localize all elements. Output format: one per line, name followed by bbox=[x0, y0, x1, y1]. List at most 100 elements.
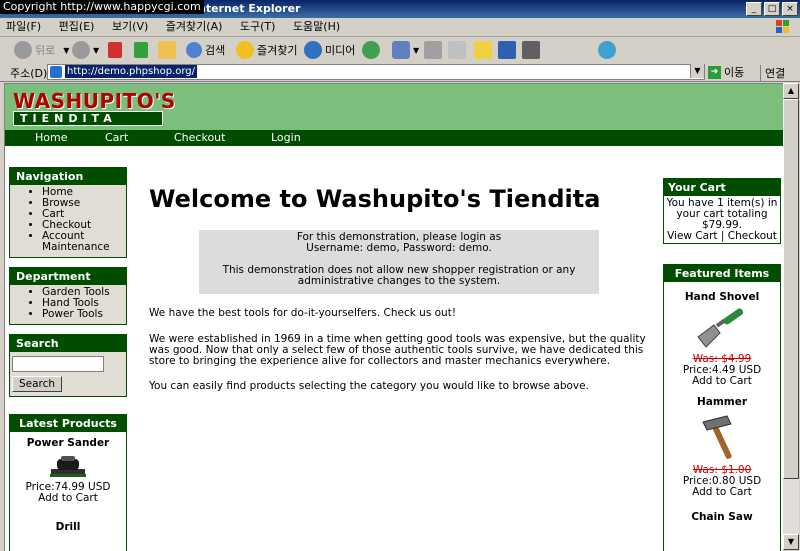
scroll-down-button[interactable]: ▼ bbox=[783, 534, 799, 550]
refresh-icon bbox=[134, 42, 148, 58]
go-button[interactable]: ➜ 이동 bbox=[708, 64, 744, 80]
address-url[interactable]: http://demo.phpshop.org/ bbox=[65, 65, 197, 78]
back-button[interactable]: 뒤로 ▼ bbox=[14, 40, 69, 60]
power-sander-image[interactable] bbox=[47, 453, 89, 479]
favorites-button[interactable]: 즐겨찾기 bbox=[236, 40, 297, 60]
window-title: nternet Explorer bbox=[198, 2, 301, 15]
cart-summary: You have 1 item(s) in your cart totaling… bbox=[666, 197, 778, 242]
browse-paragraph: You can easily find products selecting t… bbox=[149, 380, 589, 392]
menu-help[interactable]: 도움말(H) bbox=[293, 18, 340, 36]
add-to-cart-link[interactable]: Add to Cart bbox=[664, 487, 780, 498]
latest-products-title: Latest Products bbox=[10, 415, 126, 432]
hand-shovel-image[interactable] bbox=[692, 307, 752, 351]
minimize-button[interactable]: _ bbox=[746, 2, 762, 16]
research-icon bbox=[498, 41, 516, 59]
home-button[interactable] bbox=[158, 40, 179, 60]
print-button[interactable] bbox=[424, 40, 445, 60]
featured-items-title: Featured Items bbox=[664, 265, 780, 282]
site-header: WASHUPITO'S TIENDITA bbox=[5, 84, 783, 130]
search-button[interactable]: 검색 bbox=[186, 40, 225, 60]
search-submit-button[interactable]: Search bbox=[12, 376, 63, 392]
product-name[interactable]: Hammer bbox=[664, 397, 780, 408]
stop-button[interactable] bbox=[108, 40, 125, 60]
toolbar: 뒤로 ▼ ▼ 검색 즐겨찾기 미디어 ▼ bbox=[0, 37, 800, 64]
left-nav-account[interactable]: Account Maintenance bbox=[42, 231, 126, 253]
ie-page-icon bbox=[50, 66, 62, 78]
latest-products-box: Latest Products Power Sander Price:74.99… bbox=[9, 414, 127, 551]
go-arrow-icon: ➜ bbox=[708, 65, 721, 79]
messenger-button[interactable] bbox=[598, 40, 619, 60]
product-name[interactable]: Chain Saw bbox=[664, 512, 780, 523]
intro-paragraph: We have the best tools for do-it-yoursel… bbox=[149, 307, 457, 319]
menu-view[interactable]: 보기(V) bbox=[112, 18, 148, 36]
search-icon bbox=[186, 42, 202, 58]
star-icon bbox=[236, 41, 254, 59]
forward-button[interactable]: ▼ bbox=[72, 40, 99, 60]
history-button[interactable] bbox=[362, 40, 383, 60]
media-button[interactable]: 미디어 bbox=[304, 40, 355, 60]
scroll-up-button[interactable]: ▲ bbox=[783, 83, 799, 99]
address-input[interactable]: http://demo.phpshop.org/ bbox=[47, 64, 705, 80]
tool-icon bbox=[522, 41, 540, 59]
site-logo[interactable]: WASHUPITO'S TIENDITA bbox=[13, 91, 175, 126]
nav-home[interactable]: Home bbox=[35, 130, 67, 146]
windows-logo-icon bbox=[776, 20, 789, 33]
scroll-thumb[interactable] bbox=[783, 99, 799, 479]
menu-tools[interactable]: 도구(T) bbox=[240, 18, 276, 36]
refresh-button[interactable] bbox=[134, 40, 151, 60]
site-nav: Home Cart Checkout Login bbox=[5, 130, 783, 146]
research-button[interactable] bbox=[498, 40, 519, 60]
add-to-cart-link[interactable]: Add to Cart bbox=[10, 493, 126, 504]
copyright-watermark: Copyright http://www.happycgi.com bbox=[0, 0, 204, 14]
printer-icon bbox=[424, 41, 442, 59]
maximize-button[interactable]: □ bbox=[764, 2, 780, 16]
nav-checkout[interactable]: Checkout bbox=[174, 130, 225, 146]
demo-notice: For this demonstration, please login as … bbox=[199, 230, 599, 294]
featured-hand-shovel: Hand Shovel Was: $4.99 Price:4.49 USD Ad… bbox=[664, 292, 780, 387]
product-name[interactable]: Drill bbox=[10, 522, 126, 533]
checkout-link[interactable]: Checkout bbox=[728, 230, 777, 242]
nav-cart[interactable]: Cart bbox=[105, 130, 128, 146]
department-title: Department bbox=[10, 268, 126, 285]
search-box: Search Search bbox=[9, 334, 127, 397]
edit-button[interactable] bbox=[448, 40, 469, 60]
mail-button[interactable]: ▼ bbox=[392, 40, 419, 60]
address-dropdown-button[interactable]: ▼ bbox=[690, 64, 704, 78]
home-icon bbox=[158, 41, 176, 59]
mail-icon bbox=[392, 41, 410, 59]
menu-file[interactable]: 파일(F) bbox=[6, 18, 41, 36]
discuss-button[interactable] bbox=[474, 40, 495, 60]
address-bar: 주소(D) http://demo.phpshop.org/ ▼ ➜ 이동 연결 bbox=[0, 63, 800, 82]
vertical-scrollbar[interactable]: ▲ ▼ bbox=[783, 83, 799, 550]
messenger-tool-button[interactable] bbox=[522, 40, 543, 60]
close-button[interactable]: × bbox=[782, 2, 798, 16]
featured-hammer: Hammer Was: $1.00 Price:0.80 USD Add to … bbox=[664, 397, 780, 523]
menu-bar: 파일(F) 편집(E) 보기(V) 즐겨찾기(A) 도구(T) 도움말(H) bbox=[0, 18, 800, 37]
stop-icon bbox=[108, 42, 122, 58]
edit-icon bbox=[448, 41, 466, 59]
page-title: Welcome to Washupito's Tiendita bbox=[149, 185, 601, 213]
back-arrow-icon bbox=[14, 41, 32, 59]
featured-items-box: Featured Items Hand Shovel Was: $4.99 Pr… bbox=[663, 264, 781, 551]
links-button[interactable]: 연결 bbox=[760, 65, 785, 81]
view-cart-link[interactable]: View Cart bbox=[667, 230, 717, 242]
department-box: Department Garden Tools Hand Tools Power… bbox=[9, 267, 127, 325]
nav-login[interactable]: Login bbox=[271, 130, 301, 146]
search-input[interactable] bbox=[12, 356, 104, 372]
messenger-icon bbox=[598, 41, 616, 59]
navigation-box: Navigation Home Browse Cart Checkout Acc… bbox=[9, 167, 127, 258]
menu-edit[interactable]: 편집(E) bbox=[59, 18, 95, 36]
product-name[interactable]: Power Sander bbox=[10, 438, 126, 449]
media-globe-icon bbox=[304, 41, 322, 59]
window-controls: _ □ × bbox=[746, 2, 798, 16]
page-viewport: WASHUPITO'S TIENDITA Home Cart Checkout … bbox=[4, 83, 783, 551]
add-to-cart-link[interactable]: Add to Cart bbox=[664, 376, 780, 387]
hammer-image[interactable] bbox=[697, 412, 747, 462]
history-paragraph: We were established in 1969 in a time wh… bbox=[149, 333, 646, 367]
product-name[interactable]: Hand Shovel bbox=[664, 292, 780, 303]
dept-power-tools[interactable]: Power Tools bbox=[42, 309, 126, 320]
history-icon bbox=[362, 41, 380, 59]
navigation-title: Navigation bbox=[10, 168, 126, 185]
forward-arrow-icon bbox=[72, 41, 90, 59]
menu-favorites[interactable]: 즐겨찾기(A) bbox=[166, 18, 223, 36]
